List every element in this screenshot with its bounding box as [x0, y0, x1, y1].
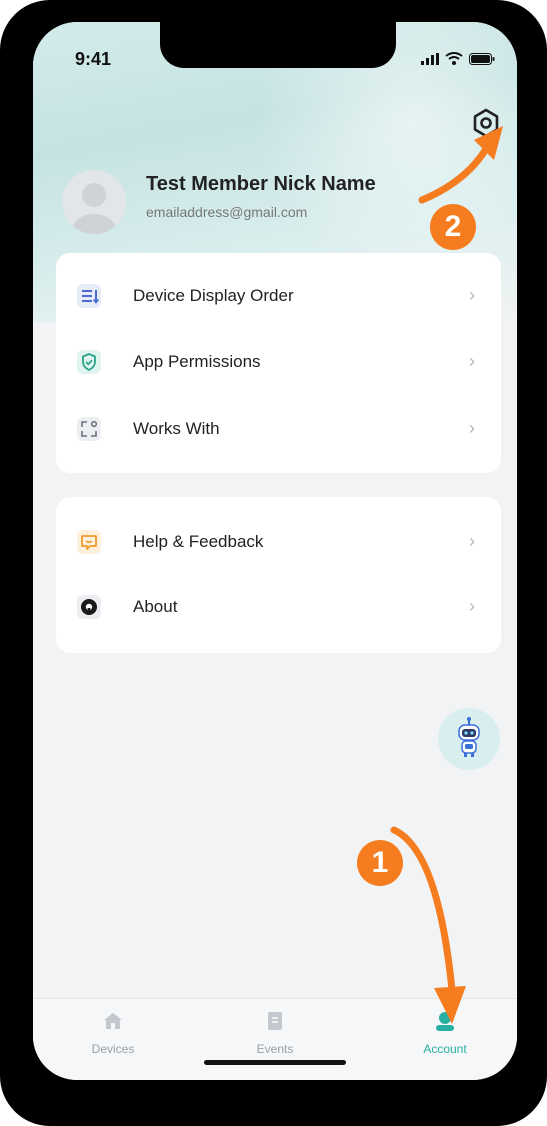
annotation-arrows [390, 126, 503, 1024]
annotation-step-1: 1 [357, 840, 403, 886]
annotation-step-2: 2 [430, 204, 476, 250]
